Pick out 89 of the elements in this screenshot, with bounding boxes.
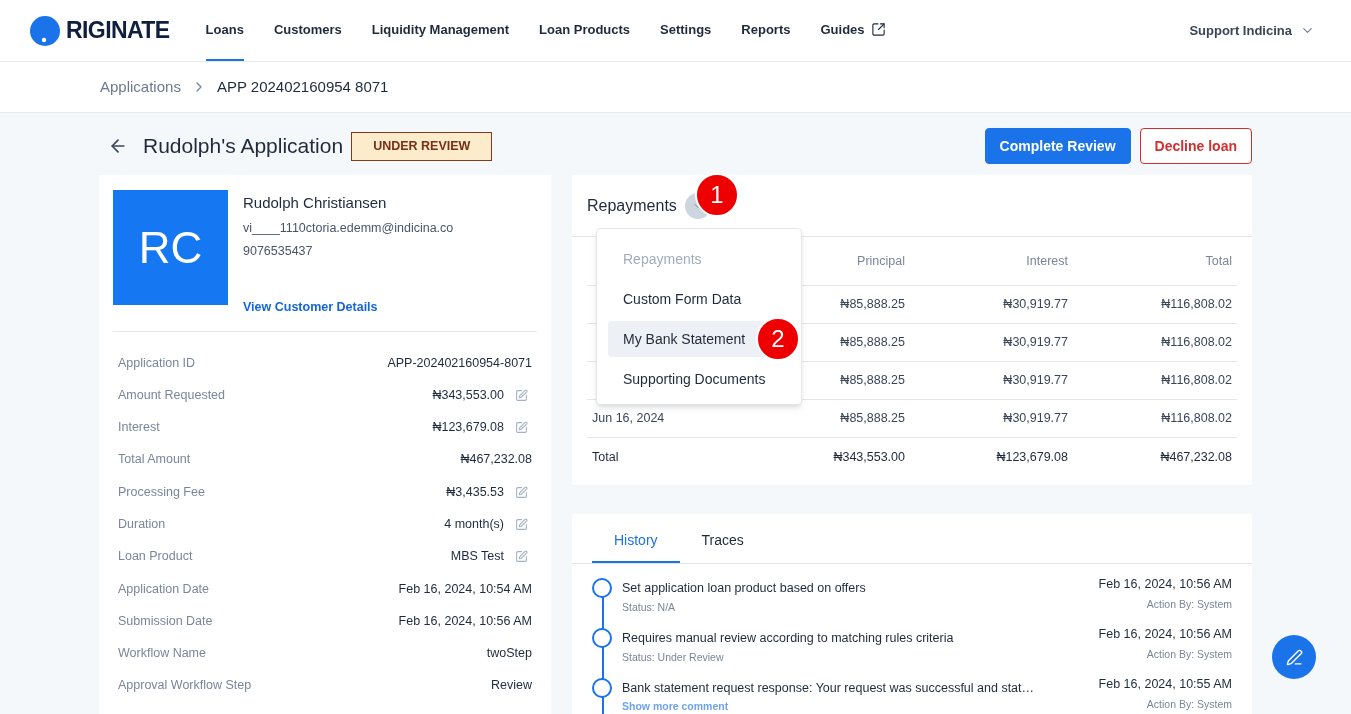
table-cell-text: ₦30,919.77 bbox=[1003, 410, 1068, 428]
customer-phone: 9076535437 bbox=[243, 243, 314, 261]
table-cell-text: Jun 16, 2024 bbox=[592, 410, 665, 428]
tab[interactable]: History bbox=[592, 514, 680, 563]
detail-label: Application Date bbox=[118, 580, 210, 598]
table-cell-text: ₦116,808.02 bbox=[1161, 372, 1232, 390]
annotation-callout-tooltip: 1 bbox=[694, 172, 739, 217]
nav-link[interactable]: Loan Products bbox=[539, 0, 631, 61]
detail-value: ₦343,553.00 bbox=[432, 386, 504, 404]
table-cell-text: ₦85,888.25 bbox=[840, 334, 905, 352]
breadcrumb-current: APP 202402160954 8071 bbox=[216, 76, 389, 97]
action-button[interactable]: Decline loan bbox=[1139, 128, 1252, 164]
detail-label: Total Amount bbox=[118, 451, 191, 469]
column-header: Total bbox=[1205, 252, 1232, 270]
action-button[interactable]: Complete Review bbox=[984, 128, 1131, 164]
table-cell-text: ₦85,888.25 bbox=[840, 410, 905, 428]
history-title: Requires manual review according to matching rules criteria bbox=[622, 630, 954, 647]
detail-label: Amount Requested bbox=[118, 386, 225, 404]
column-header: Interest bbox=[1026, 252, 1068, 270]
nav-link[interactable]: Liquidity Management bbox=[371, 0, 510, 61]
nav-link[interactable]: Guides bbox=[820, 0, 886, 61]
status-badge: UNDER REVIEW bbox=[351, 131, 493, 161]
nav-link[interactable]: Settings bbox=[660, 0, 712, 61]
detail-value: twoStep bbox=[486, 645, 532, 663]
detail-label: Workflow Name bbox=[118, 645, 206, 663]
customer-email: vi____1110ctoria.edemm@indicina.co bbox=[243, 219, 454, 237]
detail-label: Application ID bbox=[118, 354, 196, 372]
edit-fab[interactable] bbox=[1272, 635, 1316, 679]
table-cell-text: ₦85,888.25 bbox=[840, 372, 905, 390]
detail-value: 4 month(s) bbox=[444, 516, 504, 533]
customer-name: Rudolph Christiansen bbox=[243, 193, 388, 213]
edit-icon[interactable] bbox=[515, 421, 528, 434]
detail-value: Review bbox=[491, 677, 532, 695]
menu-item[interactable]: Supporting Documents bbox=[608, 361, 790, 397]
detail-value: ₦467,232.08 bbox=[460, 451, 532, 469]
section-title: Repayments bbox=[587, 195, 677, 216]
table-cell-text: ₦116,808.02 bbox=[1161, 410, 1232, 428]
table-cell-text: ₦116,808.02 bbox=[1161, 334, 1232, 352]
detail-value: ₦123,679.08 bbox=[432, 419, 504, 437]
history-time: Feb 16, 2024, 10:56 AM bbox=[1098, 576, 1232, 593]
history-status: Status: Under Review bbox=[622, 649, 725, 665]
logo-icon bbox=[30, 15, 60, 46]
table-cell-text: ₦467,232.08 bbox=[1160, 448, 1232, 466]
history-time: Feb 16, 2024, 10:56 AM bbox=[1098, 626, 1232, 643]
nav-link[interactable]: Customers bbox=[273, 0, 342, 61]
table-cell-text: ₦30,919.77 bbox=[1003, 334, 1068, 352]
page-title: Rudolph's Application bbox=[143, 133, 344, 160]
column-header: Principal bbox=[857, 252, 905, 270]
tab[interactable]: Traces bbox=[679, 514, 766, 563]
detail-value: APP-202402160954-8071 bbox=[387, 354, 532, 372]
detail-label: Loan Product bbox=[118, 548, 193, 566]
user-menu[interactable]: Support Indicina bbox=[1189, 20, 1315, 41]
history-actor: Action By: System bbox=[1146, 596, 1232, 612]
detail-label: Processing Fee bbox=[118, 483, 205, 501]
detail-label: Interest bbox=[118, 419, 160, 437]
history-time: Feb 16, 2024, 10:55 AM bbox=[1098, 676, 1232, 693]
avatar: RC bbox=[113, 190, 228, 305]
menu-item[interactable]: Custom Form Data bbox=[608, 281, 790, 317]
detail-label: Duration bbox=[118, 516, 166, 533]
history-actor: Action By: System bbox=[1146, 646, 1232, 662]
annotation-callout-tooltip: 2 bbox=[756, 317, 800, 361]
table-cell-text: ₦343,553.00 bbox=[833, 448, 905, 466]
edit-icon[interactable] bbox=[515, 388, 528, 402]
detail-label: Submission Date bbox=[118, 612, 213, 630]
table-cell-text: ₦30,919.77 bbox=[1003, 296, 1068, 314]
detail-value: Feb 16, 2024, 10:56 AM bbox=[398, 612, 532, 630]
edit-icon[interactable] bbox=[515, 485, 528, 499]
pencil-icon bbox=[1285, 648, 1303, 666]
history-actor: Action By: System bbox=[1146, 696, 1232, 712]
edit-icon[interactable] bbox=[515, 550, 528, 564]
detail-value: MBS Test bbox=[450, 548, 504, 566]
table-cell-text: ₦85,888.25 bbox=[840, 296, 905, 314]
table-cell-text: Total bbox=[592, 448, 619, 466]
menu-item: Repayments bbox=[622, 249, 703, 269]
history-title: Set application loan product based on offers bbox=[622, 580, 866, 597]
detail-label: Approval Workflow Step bbox=[118, 677, 252, 695]
table-cell-text: ₦30,919.77 bbox=[1003, 372, 1068, 390]
nav-link[interactable]: Reports bbox=[741, 0, 791, 61]
breadcrumb-link[interactable]: Applications bbox=[100, 75, 181, 99]
detail-value: ₦3,435.53 bbox=[446, 483, 504, 501]
edit-icon[interactable] bbox=[515, 517, 528, 531]
history-title: Bank statement request response: Your request was successful and stat… bbox=[622, 680, 1035, 697]
external-link-icon bbox=[870, 22, 886, 37]
logo-text: RIGINATE bbox=[66, 16, 170, 46]
table-cell-text: ₦116,808.02 bbox=[1161, 296, 1232, 314]
history-status: Status: N/A bbox=[622, 599, 677, 615]
detail-value: Feb 16, 2024, 10:54 AM bbox=[398, 580, 532, 598]
customer-details-link[interactable]: View Customer Details bbox=[243, 298, 454, 317]
table-cell-text: ₦123,679.08 bbox=[996, 448, 1068, 466]
